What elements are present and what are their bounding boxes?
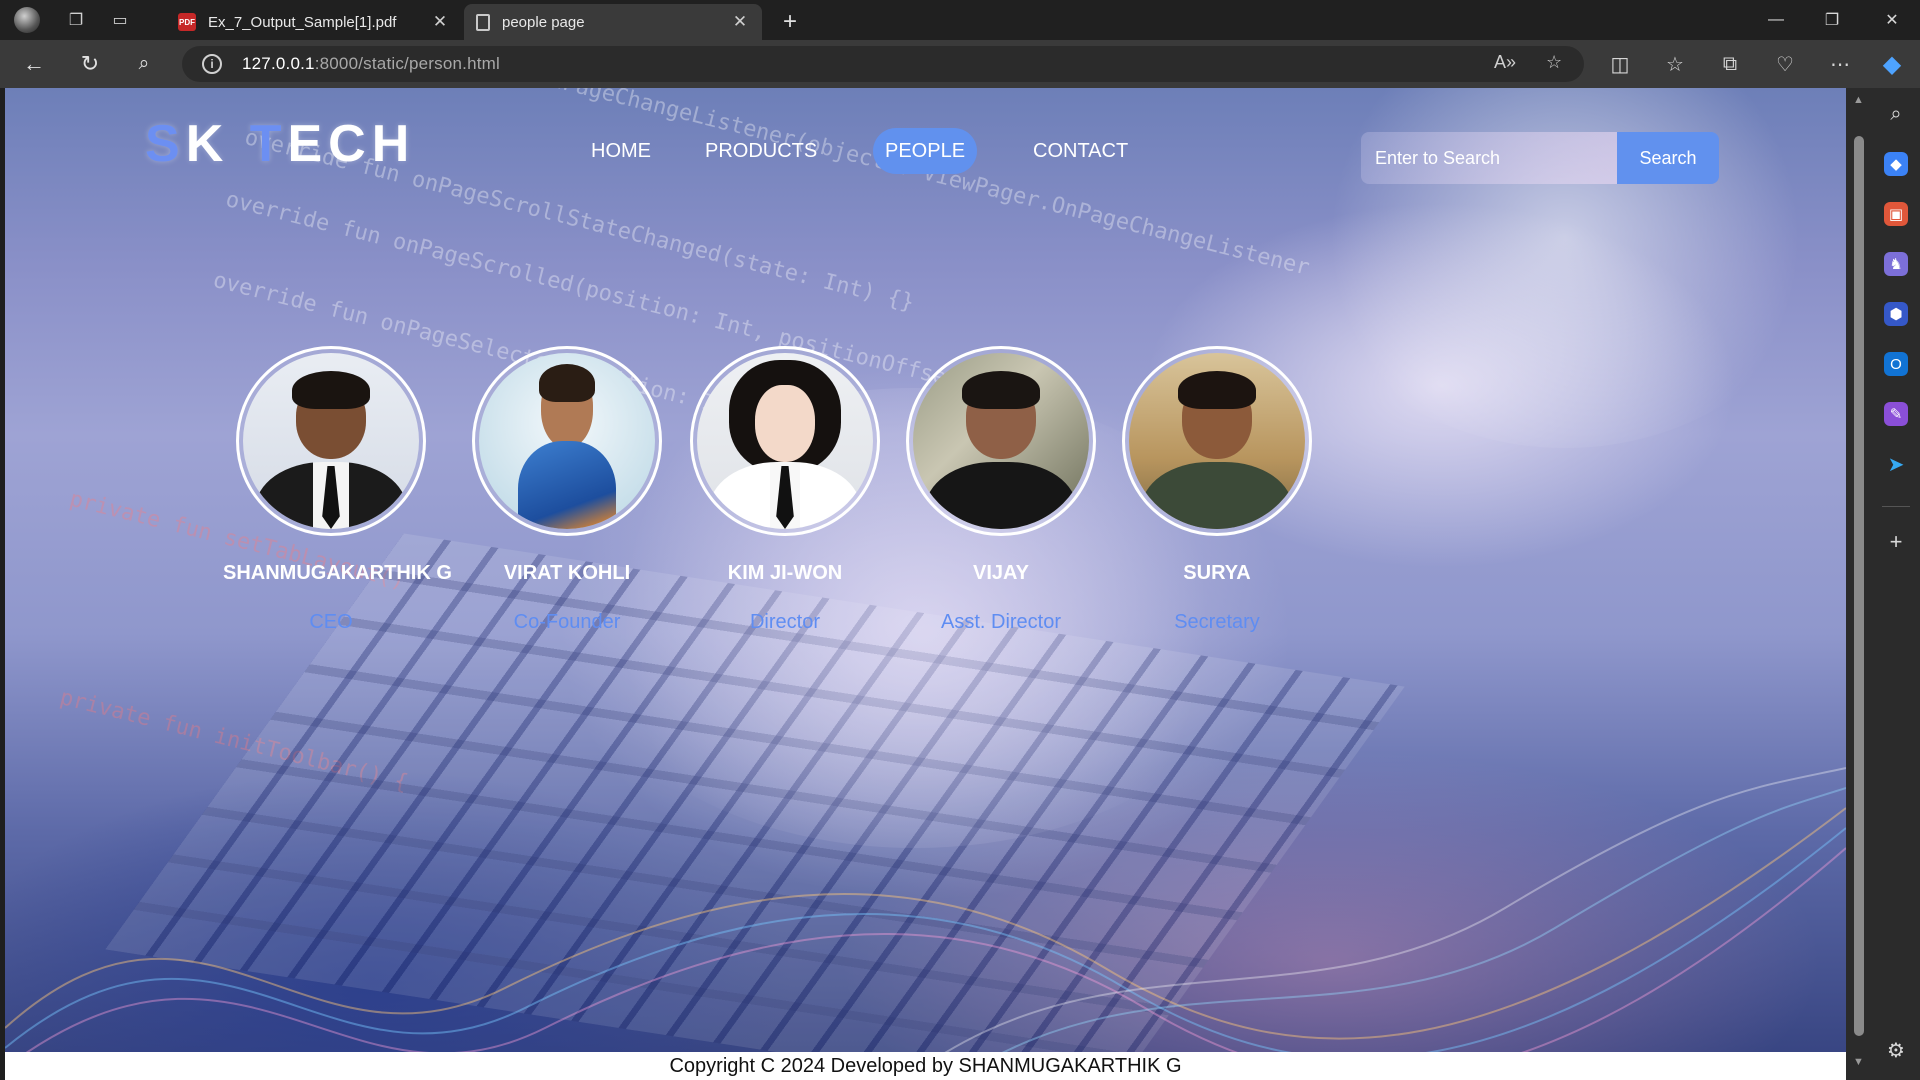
- person-role: Secretary: [1174, 611, 1260, 633]
- hair: [538, 363, 596, 403]
- vertical-scrollbar[interactable]: ▲ ▼: [1846, 88, 1872, 1080]
- browser-essentials-icon[interactable]: ♡: [1765, 44, 1805, 84]
- person-photo: [1129, 353, 1305, 529]
- nav-products[interactable]: PRODUCTS: [705, 128, 817, 174]
- close-window-button[interactable]: ✕: [1864, 0, 1920, 40]
- collections-icon[interactable]: ⧉: [1710, 44, 1750, 84]
- avatar: [690, 346, 880, 536]
- tab-title: people page: [502, 13, 585, 31]
- workspaces-icon[interactable]: ❐: [56, 0, 96, 40]
- back-icon[interactable]: ←: [14, 44, 54, 84]
- person-photo: [697, 353, 873, 529]
- person-name: KIM JI-WON: [727, 562, 843, 584]
- shirt: [1141, 462, 1293, 529]
- designer-icon[interactable]: ✎: [1884, 402, 1908, 426]
- person-photo: [243, 353, 419, 529]
- copilot-icon[interactable]: ◆: [1872, 44, 1912, 84]
- tools-icon[interactable]: ▣: [1884, 202, 1908, 226]
- background-waves: [5, 767, 1846, 1080]
- logo-letters: K: [185, 115, 250, 173]
- person-name: SURYA: [1183, 562, 1251, 584]
- tab-people-page[interactable]: people page ✕: [464, 4, 762, 40]
- close-tab-icon[interactable]: ✕: [430, 12, 450, 32]
- minimize-button[interactable]: —: [1748, 0, 1804, 40]
- site-info-icon[interactable]: i: [202, 54, 222, 74]
- tab-title: Ex_7_Output_Sample[1].pdf: [208, 13, 397, 31]
- games-icon[interactable]: ♞: [1884, 252, 1908, 276]
- settings-gear-icon[interactable]: ⚙: [1884, 1038, 1908, 1062]
- avatar: [472, 346, 662, 536]
- avatar: [906, 346, 1096, 536]
- search-input[interactable]: [1361, 132, 1617, 184]
- new-tab-button[interactable]: +: [772, 4, 808, 40]
- tab-pdf[interactable]: PDF Ex_7_Output_Sample[1].pdf ✕: [166, 4, 462, 40]
- page-icon: [476, 13, 490, 31]
- hair: [292, 370, 370, 410]
- restore-button[interactable]: ❐: [1804, 0, 1860, 40]
- person-name: VIJAY: [973, 562, 1029, 584]
- nav-people[interactable]: PEOPLE: [873, 128, 978, 174]
- logo-letter: T: [249, 115, 288, 173]
- person-card: KIM JI-WON Director: [677, 346, 893, 634]
- refresh-icon[interactable]: ↻: [70, 44, 110, 84]
- vertical-tabs-icon[interactable]: ▭: [100, 0, 140, 40]
- split-screen-icon[interactable]: ◫: [1600, 44, 1640, 84]
- favorite-star-icon[interactable]: ☆: [1546, 52, 1562, 73]
- person-role: Co-Founder: [513, 611, 621, 633]
- url-text[interactable]: 127.0.0.1:8000/static/person.html: [242, 54, 500, 74]
- person-card: VIRAT KOHLI Co-Founder: [459, 346, 675, 634]
- more-options-icon[interactable]: ⋯: [1820, 44, 1860, 84]
- person-role: CEO: [309, 611, 353, 633]
- jacket: [925, 462, 1077, 529]
- search-button[interactable]: Search: [1617, 132, 1719, 184]
- scroll-up-icon[interactable]: ▲: [1853, 94, 1864, 106]
- search-icon[interactable]: ⌕: [124, 44, 164, 84]
- nav-home[interactable]: HOME: [591, 128, 651, 174]
- hair: [1178, 370, 1256, 410]
- person-photo: [479, 353, 655, 529]
- edge-sidebar: ⌕ ◆ ▣ ♞ ⬢ O ✎ ➤ + ⚙: [1872, 88, 1920, 1080]
- profile-avatar-icon[interactable]: [14, 7, 40, 33]
- add-icon[interactable]: +: [1884, 529, 1908, 554]
- microsoft-365-icon[interactable]: ⬢: [1884, 302, 1908, 326]
- site-logo[interactable]: SK TECH: [145, 114, 415, 174]
- logo-letter: S: [145, 115, 186, 173]
- page-viewport: setViewPager() { addOnPageChangeListener…: [5, 88, 1846, 1080]
- scroll-down-icon[interactable]: ▼: [1853, 1056, 1864, 1068]
- pdf-icon: PDF: [178, 13, 196, 31]
- nav-contact[interactable]: CONTACT: [1033, 128, 1128, 174]
- shopping-tag-icon[interactable]: ◆: [1884, 152, 1908, 176]
- favorites-icon[interactable]: ☆: [1655, 44, 1695, 84]
- person-photo: [913, 353, 1089, 529]
- url-host: 127.0.0.1: [242, 54, 315, 73]
- person-card: SURYA Secretary: [1109, 346, 1325, 634]
- sidebar-divider: [1882, 506, 1910, 507]
- outlook-icon[interactable]: O: [1884, 352, 1908, 376]
- person-card: VIJAY Asst. Director: [893, 346, 1109, 634]
- url-path: :8000/static/person.html: [314, 54, 500, 73]
- logo-letters: ECH: [287, 115, 416, 173]
- face: [755, 384, 815, 463]
- address-bar[interactable]: i 127.0.0.1:8000/static/person.html A» ☆: [182, 46, 1584, 82]
- scrollbar-thumb[interactable]: [1854, 136, 1864, 1036]
- person-role: Asst. Director: [940, 611, 1062, 633]
- search-icon[interactable]: ⌕: [1884, 102, 1908, 126]
- person-role: Director: [749, 611, 820, 633]
- avatar: [1122, 346, 1312, 536]
- person-card: SHANMUGAKARTHIK G CEO: [223, 346, 452, 634]
- jersey: [517, 441, 617, 529]
- send-icon[interactable]: ➤: [1884, 452, 1908, 476]
- read-aloud-icon[interactable]: A»: [1494, 52, 1516, 73]
- page-footer: Copyright C 2024 Developed by SHANMUGAKA…: [5, 1052, 1846, 1080]
- close-tab-icon[interactable]: ✕: [730, 12, 750, 32]
- person-name: VIRAT KOHLI: [503, 562, 631, 584]
- hair: [962, 370, 1040, 410]
- person-name: SHANMUGAKARTHIK G: [223, 562, 452, 584]
- avatar: [236, 346, 426, 536]
